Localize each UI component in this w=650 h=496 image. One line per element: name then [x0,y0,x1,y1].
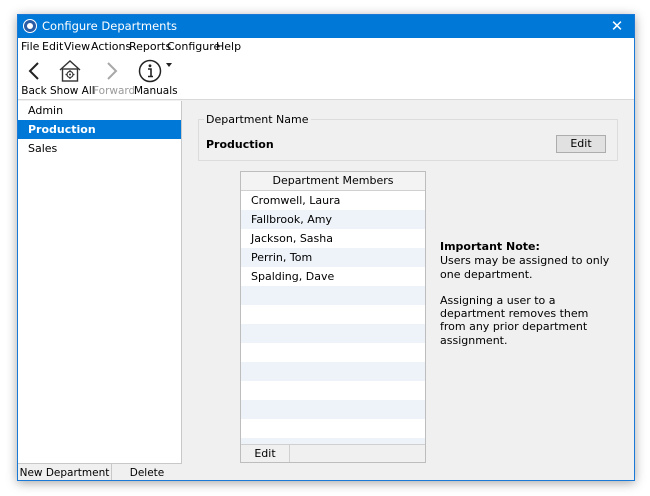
back-label: Back [21,85,47,97]
empty-row [241,400,425,419]
menu-actions[interactable]: Actions [91,40,131,53]
window-title: Configure Departments [42,19,177,33]
empty-row [241,305,425,324]
show-all-button[interactable]: Show All [50,57,95,97]
member-row[interactable]: Jackson, Sasha [241,229,425,248]
menu-configure[interactable]: Configure [167,40,220,53]
empty-row [241,419,425,438]
menu-bar: File Edit View Actions Reports Configure… [18,38,634,55]
menu-reports[interactable]: Reports [129,40,171,53]
department-item-production[interactable]: Production [18,120,181,139]
delete-department-button[interactable]: Delete [112,464,182,480]
caret-down-icon [165,63,172,67]
forward-button[interactable]: Forward [93,57,136,97]
menu-help[interactable]: Help [216,40,241,53]
toolbar: Back Show All Forward Manuals [18,55,634,100]
important-note: Important Note: Users may be assigned to… [440,240,610,360]
menu-file[interactable]: File [21,40,39,53]
department-name-legend: Department Name [204,113,311,126]
menu-edit[interactable]: Edit [42,40,63,53]
empty-row [241,362,425,381]
edit-department-name-button[interactable]: Edit [556,135,606,153]
manuals-label: Manuals [134,85,178,97]
chevron-left-icon [28,62,39,80]
important-note-line-2: Assigning a user to a department removes… [440,293,589,347]
back-button[interactable]: Back [20,57,48,97]
manuals-button[interactable]: Manuals [134,57,178,97]
department-members-header: Department Members [241,172,425,191]
close-button[interactable]: ✕ [608,17,626,35]
configure-departments-window: Configure Departments ✕ File Edit View A… [17,14,635,481]
important-note-line-1: Users may be assigned to only one depart… [440,254,610,281]
important-note-title: Important Note: [440,240,540,253]
info-icon [138,59,161,83]
forward-label: Forward [93,85,136,97]
member-row[interactable]: Perrin, Tom [241,248,425,267]
empty-row [241,381,425,400]
department-item-sales[interactable]: Sales [18,139,181,158]
house-gear-icon [59,60,81,82]
member-row[interactable]: Fallbrook, Amy [241,210,425,229]
new-department-button[interactable]: New Department [18,464,112,480]
member-row[interactable]: Spalding, Dave [241,267,425,286]
title-bar[interactable]: Configure Departments ✕ [18,15,634,38]
empty-row [241,286,425,305]
department-list: Admin Production Sales New Department De… [18,101,182,480]
department-list-footer: New Department Delete [18,463,182,480]
department-name-value: Production [206,138,274,151]
department-members-list: Department Members Cromwell, Laura Fallb… [240,171,426,463]
chevron-right-icon [107,62,118,80]
menu-view[interactable]: View [64,40,90,53]
show-all-label: Show All [50,85,95,97]
edit-members-button[interactable]: Edit [241,445,290,462]
app-icon [23,19,37,33]
department-members-footer: Edit [241,444,425,462]
department-item-admin[interactable]: Admin [18,101,181,120]
empty-row [241,343,425,362]
member-row[interactable]: Cromwell, Laura [241,191,425,210]
empty-row [241,324,425,343]
